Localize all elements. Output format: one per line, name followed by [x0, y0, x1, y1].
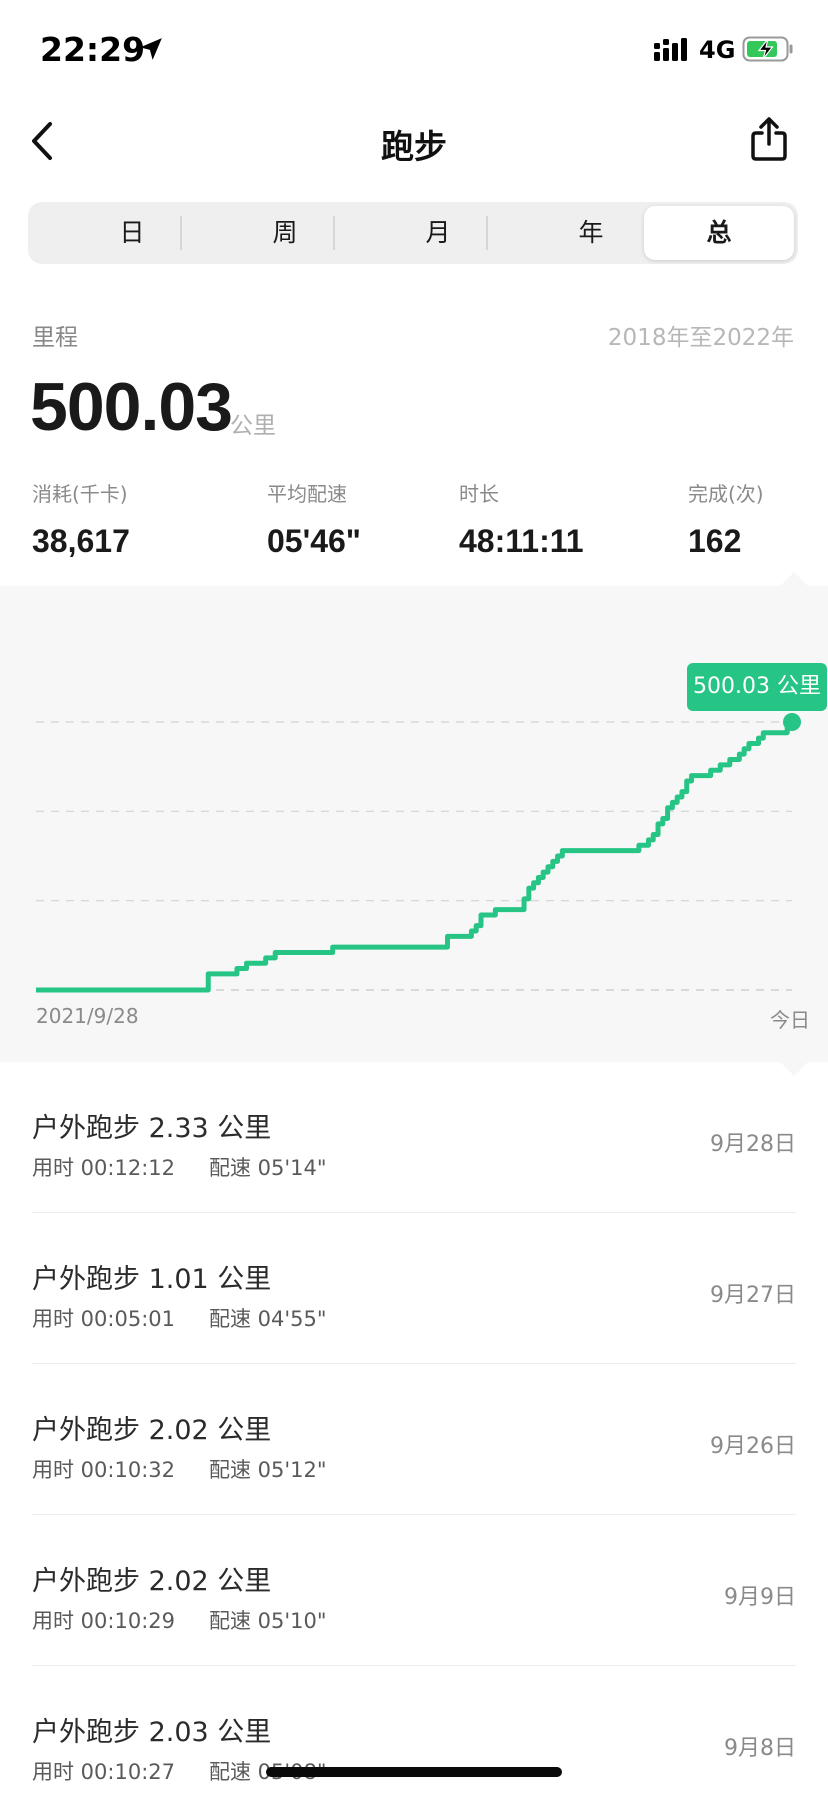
- distance-chart: [0, 586, 828, 1062]
- signal-icon: [654, 38, 687, 61]
- stat-label: 消耗(千卡): [32, 482, 128, 506]
- run-list-item[interactable]: 户外跑步 2.02 公里 用时 00:10:32 配速 05'12" 9月26日: [32, 1364, 796, 1515]
- run-pace: 配速 05'12": [209, 1458, 327, 1482]
- run-meta: 用时 00:10:29 配速 05'10": [32, 1605, 327, 1635]
- segment-divider: [486, 216, 488, 250]
- run-list-item[interactable]: 户外跑步 2.33 公里 用时 00:12:12 配速 05'14" 9月28日: [32, 1062, 796, 1213]
- run-duration: 用时 00:10:27: [32, 1760, 175, 1784]
- run-list-item[interactable]: 户外跑步 1.01 公里 用时 00:05:01 配速 04'55" 9月27日: [32, 1213, 796, 1364]
- chart-tooltip: 500.03 公里: [687, 663, 827, 711]
- chart-end-label: 今日: [770, 1008, 810, 1032]
- segment-total[interactable]: 总: [644, 206, 794, 260]
- location-arrow-icon: [140, 38, 162, 60]
- stat-value: 48:11:11: [459, 523, 584, 559]
- run-pace: 配速 05'14": [209, 1156, 327, 1180]
- share-icon[interactable]: [748, 116, 790, 162]
- run-duration: 用时 00:12:12: [32, 1156, 175, 1180]
- chart-endpoint: [783, 713, 801, 731]
- period-segmented-control: 日 周 月 年 总: [28, 202, 798, 264]
- segment-divider: [333, 216, 335, 250]
- stat-value: 38,617: [32, 523, 130, 559]
- segment-divider: [180, 216, 182, 250]
- run-date: 9月8日: [724, 1736, 796, 1761]
- run-title: 户外跑步 2.02 公里: [32, 1566, 272, 1597]
- run-meta: 用时 00:12:12 配速 05'14": [32, 1152, 327, 1182]
- stat-completed: 完成(次) 162: [688, 478, 764, 560]
- chart-start-date: 2021/9/28: [36, 1004, 139, 1028]
- date-range: 2018年至2022年: [607, 325, 794, 351]
- distance-series-line: [36, 722, 795, 993]
- run-date: 9月26日: [710, 1434, 796, 1459]
- home-indicator[interactable]: [266, 1767, 562, 1777]
- run-title: 户外跑步 1.01 公里: [32, 1264, 272, 1295]
- run-duration: 用时 00:05:01: [32, 1307, 175, 1331]
- stat-avg-pace: 平均配速 05'46": [267, 478, 361, 560]
- network-type: 4G: [699, 36, 736, 64]
- status-bar: 22:29 4G: [0, 0, 828, 100]
- stat-value: 162: [688, 523, 742, 559]
- run-list-item[interactable]: 户外跑步 2.02 公里 用时 00:10:29 配速 05'10" 9月9日: [32, 1515, 796, 1666]
- chart-notch: [780, 572, 808, 586]
- page-title: 跑步: [381, 127, 447, 166]
- cumulative-distance-chart: [36, 713, 801, 993]
- nav-bar: 跑步: [0, 100, 828, 190]
- run-date: 9月28日: [710, 1132, 796, 1157]
- stat-label: 时长: [459, 482, 499, 506]
- stat-calories: 消耗(千卡) 38,617: [32, 478, 130, 560]
- stat-label: 平均配速: [267, 482, 347, 506]
- run-meta: 用时 00:10:32 配速 05'12": [32, 1454, 327, 1484]
- run-date: 9月27日: [710, 1283, 796, 1308]
- run-title: 户外跑步 2.02 公里: [32, 1415, 272, 1446]
- run-date: 9月9日: [724, 1585, 796, 1610]
- stat-duration: 时长 48:11:11: [459, 478, 584, 560]
- run-pace: 配速 05'10": [209, 1609, 327, 1633]
- segment-day[interactable]: 日: [57, 206, 207, 260]
- run-title: 户外跑步 2.03 公里: [32, 1717, 272, 1748]
- stat-label: 完成(次): [688, 482, 764, 506]
- stat-value: 05'46": [267, 523, 361, 559]
- run-list: 户外跑步 2.33 公里 用时 00:12:12 配速 05'14" 9月28日 …: [0, 1062, 828, 1816]
- run-duration: 用时 00:10:29: [32, 1609, 175, 1633]
- status-time: 22:29: [40, 30, 146, 69]
- run-list-item[interactable]: 户外跑步 2.03 公里 用时 00:10:27配速 05'08" 9月8日: [32, 1666, 796, 1816]
- run-pace: 配速 04'55": [209, 1307, 327, 1331]
- run-meta: 用时 00:05:01 配速 04'55": [32, 1303, 327, 1333]
- segment-week[interactable]: 周: [210, 206, 360, 260]
- run-duration: 用时 00:10:32: [32, 1458, 175, 1482]
- run-title: 户外跑步 2.33 公里: [32, 1113, 272, 1144]
- segment-month[interactable]: 月: [363, 206, 513, 260]
- total-distance: 500.03: [30, 369, 233, 445]
- distance-unit: 公里: [230, 413, 276, 439]
- battery-charging-icon: [742, 36, 793, 62]
- distance-label: 里程: [32, 325, 78, 351]
